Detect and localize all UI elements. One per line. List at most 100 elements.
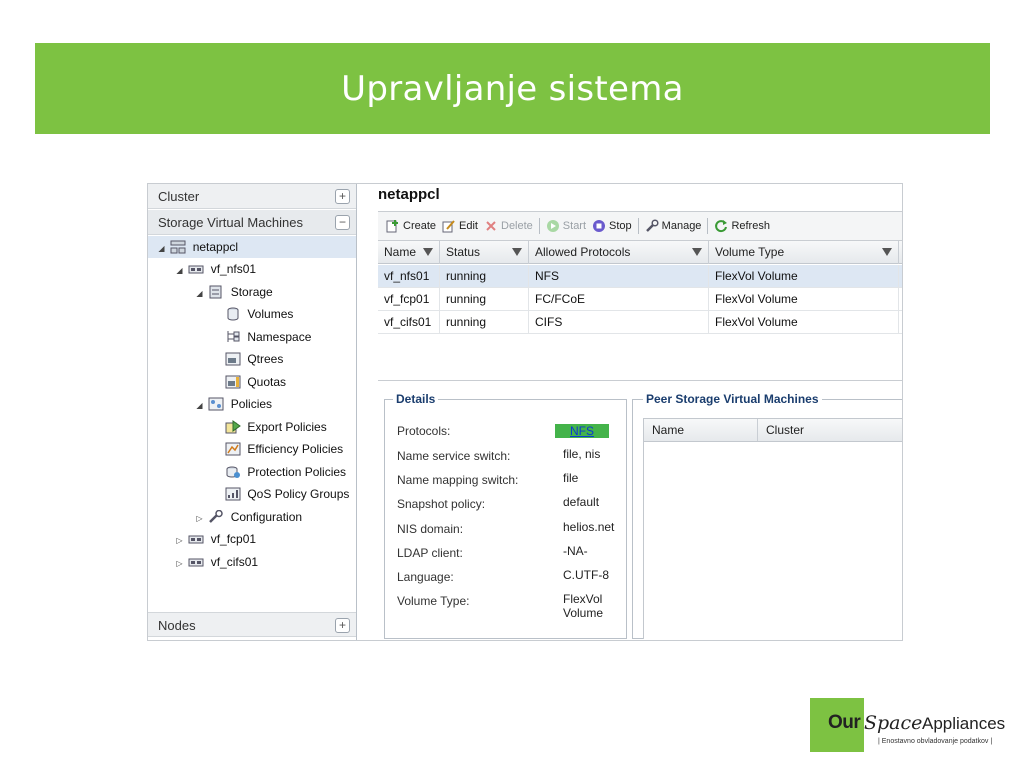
collapsed-arrow-icon[interactable]: ▷ (174, 530, 185, 552)
expanded-arrow-icon[interactable]: ◢ (194, 283, 205, 305)
start-label: Start (562, 220, 587, 232)
qos-icon (225, 487, 241, 501)
name-mapping-label: Name mapping switch: (397, 473, 519, 487)
details-legend: Details (393, 392, 439, 406)
quotas-icon (225, 375, 241, 389)
tree-label: vf_cifs01 (210, 555, 259, 569)
language-label: Language: (397, 570, 454, 584)
edit-icon (442, 220, 455, 233)
table-cell: FlexVol Volume (709, 311, 899, 334)
cluster-icon (170, 240, 186, 254)
table-row[interactable]: vf_cifs01 running CIFS FlexVol Volume (378, 311, 902, 334)
create-icon (386, 220, 398, 233)
tree-label: vf_nfs01 (210, 262, 257, 276)
table-row[interactable]: vf_nfs01 running NFS FlexVol Volume (378, 265, 902, 288)
column-header-label: Volume Type (715, 245, 785, 259)
protection-policies-icon (226, 466, 240, 478)
logo-space: Space (864, 712, 923, 734)
table-cell: running (440, 288, 529, 311)
toolbar-separator (707, 218, 709, 234)
accordion-svm-label: Storage Virtual Machines (158, 215, 304, 230)
tree-node-configuration[interactable]: ▷ Configuration (194, 506, 302, 528)
refresh-icon (715, 220, 728, 233)
tree-label: Policies (230, 397, 273, 411)
tree-node-efficiency-policies[interactable]: Efficiency Policies (225, 438, 343, 460)
table-row[interactable]: vf_fcp01 running FC/FCoE FlexVol Volume (378, 288, 902, 311)
wrench-icon (209, 510, 224, 523)
ldap-value: -NA- (563, 544, 588, 558)
peer-column-cluster[interactable]: Cluster (758, 419, 902, 441)
collapsed-arrow-icon[interactable]: ▷ (194, 508, 205, 530)
refresh-button[interactable]: Refresh (714, 219, 770, 233)
table-cell: CIFS (529, 311, 709, 334)
column-header-status[interactable]: Status (440, 241, 529, 264)
expanded-arrow-icon[interactable]: ◢ (156, 238, 167, 260)
namespace-icon (227, 331, 240, 342)
tree-node-vf-fcp01[interactable]: ▷ vf_fcp01 (174, 528, 256, 550)
name-mapping-value: file (563, 471, 579, 485)
qtrees-icon (225, 352, 241, 366)
collapse-svm-button[interactable]: − (335, 215, 350, 230)
svm-icon (188, 535, 204, 544)
accordion-nodes[interactable]: Nodes + (148, 612, 356, 637)
wrench-icon (645, 219, 659, 232)
expanded-arrow-icon[interactable]: ◢ (194, 395, 205, 417)
tree-node-export-policies[interactable]: Export Policies (225, 416, 327, 438)
tree-node-protection-policies[interactable]: Protection Policies (225, 461, 346, 483)
create-button[interactable]: Create (386, 219, 436, 233)
table-cell: NFS (529, 265, 709, 288)
filter-icon[interactable] (423, 248, 433, 256)
snapshot-value: default (563, 495, 600, 509)
tree-label: vf_fcp01 (210, 532, 257, 546)
filter-icon[interactable] (692, 248, 702, 256)
tree-node-storage[interactable]: ◢ Storage (194, 281, 272, 305)
table-cell: running (440, 265, 529, 288)
expand-cluster-button[interactable]: + (335, 189, 350, 204)
start-button[interactable]: Start (546, 219, 586, 233)
edit-button[interactable]: Edit (442, 219, 478, 233)
expanded-arrow-icon[interactable]: ◢ (174, 260, 185, 282)
filter-icon[interactable] (512, 248, 522, 256)
tree-node-netappcl[interactable]: ◢ netappcl (148, 236, 356, 258)
accordion-cluster[interactable]: Cluster + (148, 184, 356, 209)
tree-node-qos-policy-groups[interactable]: QoS Policy Groups (225, 483, 349, 505)
edit-label: Edit (459, 220, 478, 232)
tree-node-vf-nfs01[interactable]: ◢ vf_nfs01 (174, 258, 256, 280)
column-header-label: Allowed Protocols (535, 245, 631, 259)
tree-label: Volumes (247, 307, 294, 321)
storage-manager-screenshot: Cluster + Storage Virtual Machines − ◢ n… (147, 183, 903, 641)
tree-label: Export Policies (247, 420, 327, 434)
peer-column-name[interactable]: Name (644, 419, 758, 441)
tree-node-volumes[interactable]: Volumes (225, 303, 293, 325)
tree-node-vf-cifs01[interactable]: ▷ vf_cifs01 (174, 551, 258, 573)
tree-node-quotas[interactable]: Quotas (225, 371, 286, 393)
accordion-svm[interactable]: Storage Virtual Machines − (148, 210, 356, 235)
peer-grid-header: Name Cluster (643, 418, 902, 442)
collapsed-arrow-icon[interactable]: ▷ (174, 553, 185, 575)
column-header-allowed-protocols[interactable]: Allowed Protocols (529, 241, 709, 264)
peer-legend: Peer Storage Virtual Machines (643, 392, 822, 406)
grid-header: Name Status Allowed Protocols Volume Typ… (378, 241, 902, 264)
refresh-label: Refresh (731, 220, 770, 232)
manage-label: Manage (661, 220, 702, 232)
nis-label: NIS domain: (397, 522, 464, 536)
protocols-value-link[interactable]: NFS (555, 424, 609, 438)
create-label: Create (403, 220, 437, 232)
tree-label: netappcl (192, 240, 239, 254)
stop-button[interactable]: Stop (592, 219, 632, 233)
filter-icon[interactable] (882, 248, 892, 256)
language-value: C.UTF-8 (563, 568, 609, 582)
column-header-volume-type[interactable]: Volume Type (709, 241, 899, 264)
expand-nodes-button[interactable]: + (335, 618, 350, 633)
table-cell: FC/FCoE (529, 288, 709, 311)
manage-button[interactable]: Manage (645, 219, 702, 233)
column-header-name[interactable]: Name (378, 241, 440, 264)
delete-button[interactable]: Delete (484, 219, 533, 233)
tree-node-qtrees[interactable]: Qtrees (225, 348, 283, 370)
tree-node-namespace[interactable]: Namespace (225, 326, 311, 348)
tree-node-policies[interactable]: ◢ Policies (194, 393, 272, 415)
toolbar-separator (538, 218, 540, 234)
stop-label: Stop (609, 220, 632, 232)
logo-tagline: | Enostavno obvladovanje podatkov | (878, 738, 993, 745)
volume-type-value: FlexVol (563, 592, 603, 606)
